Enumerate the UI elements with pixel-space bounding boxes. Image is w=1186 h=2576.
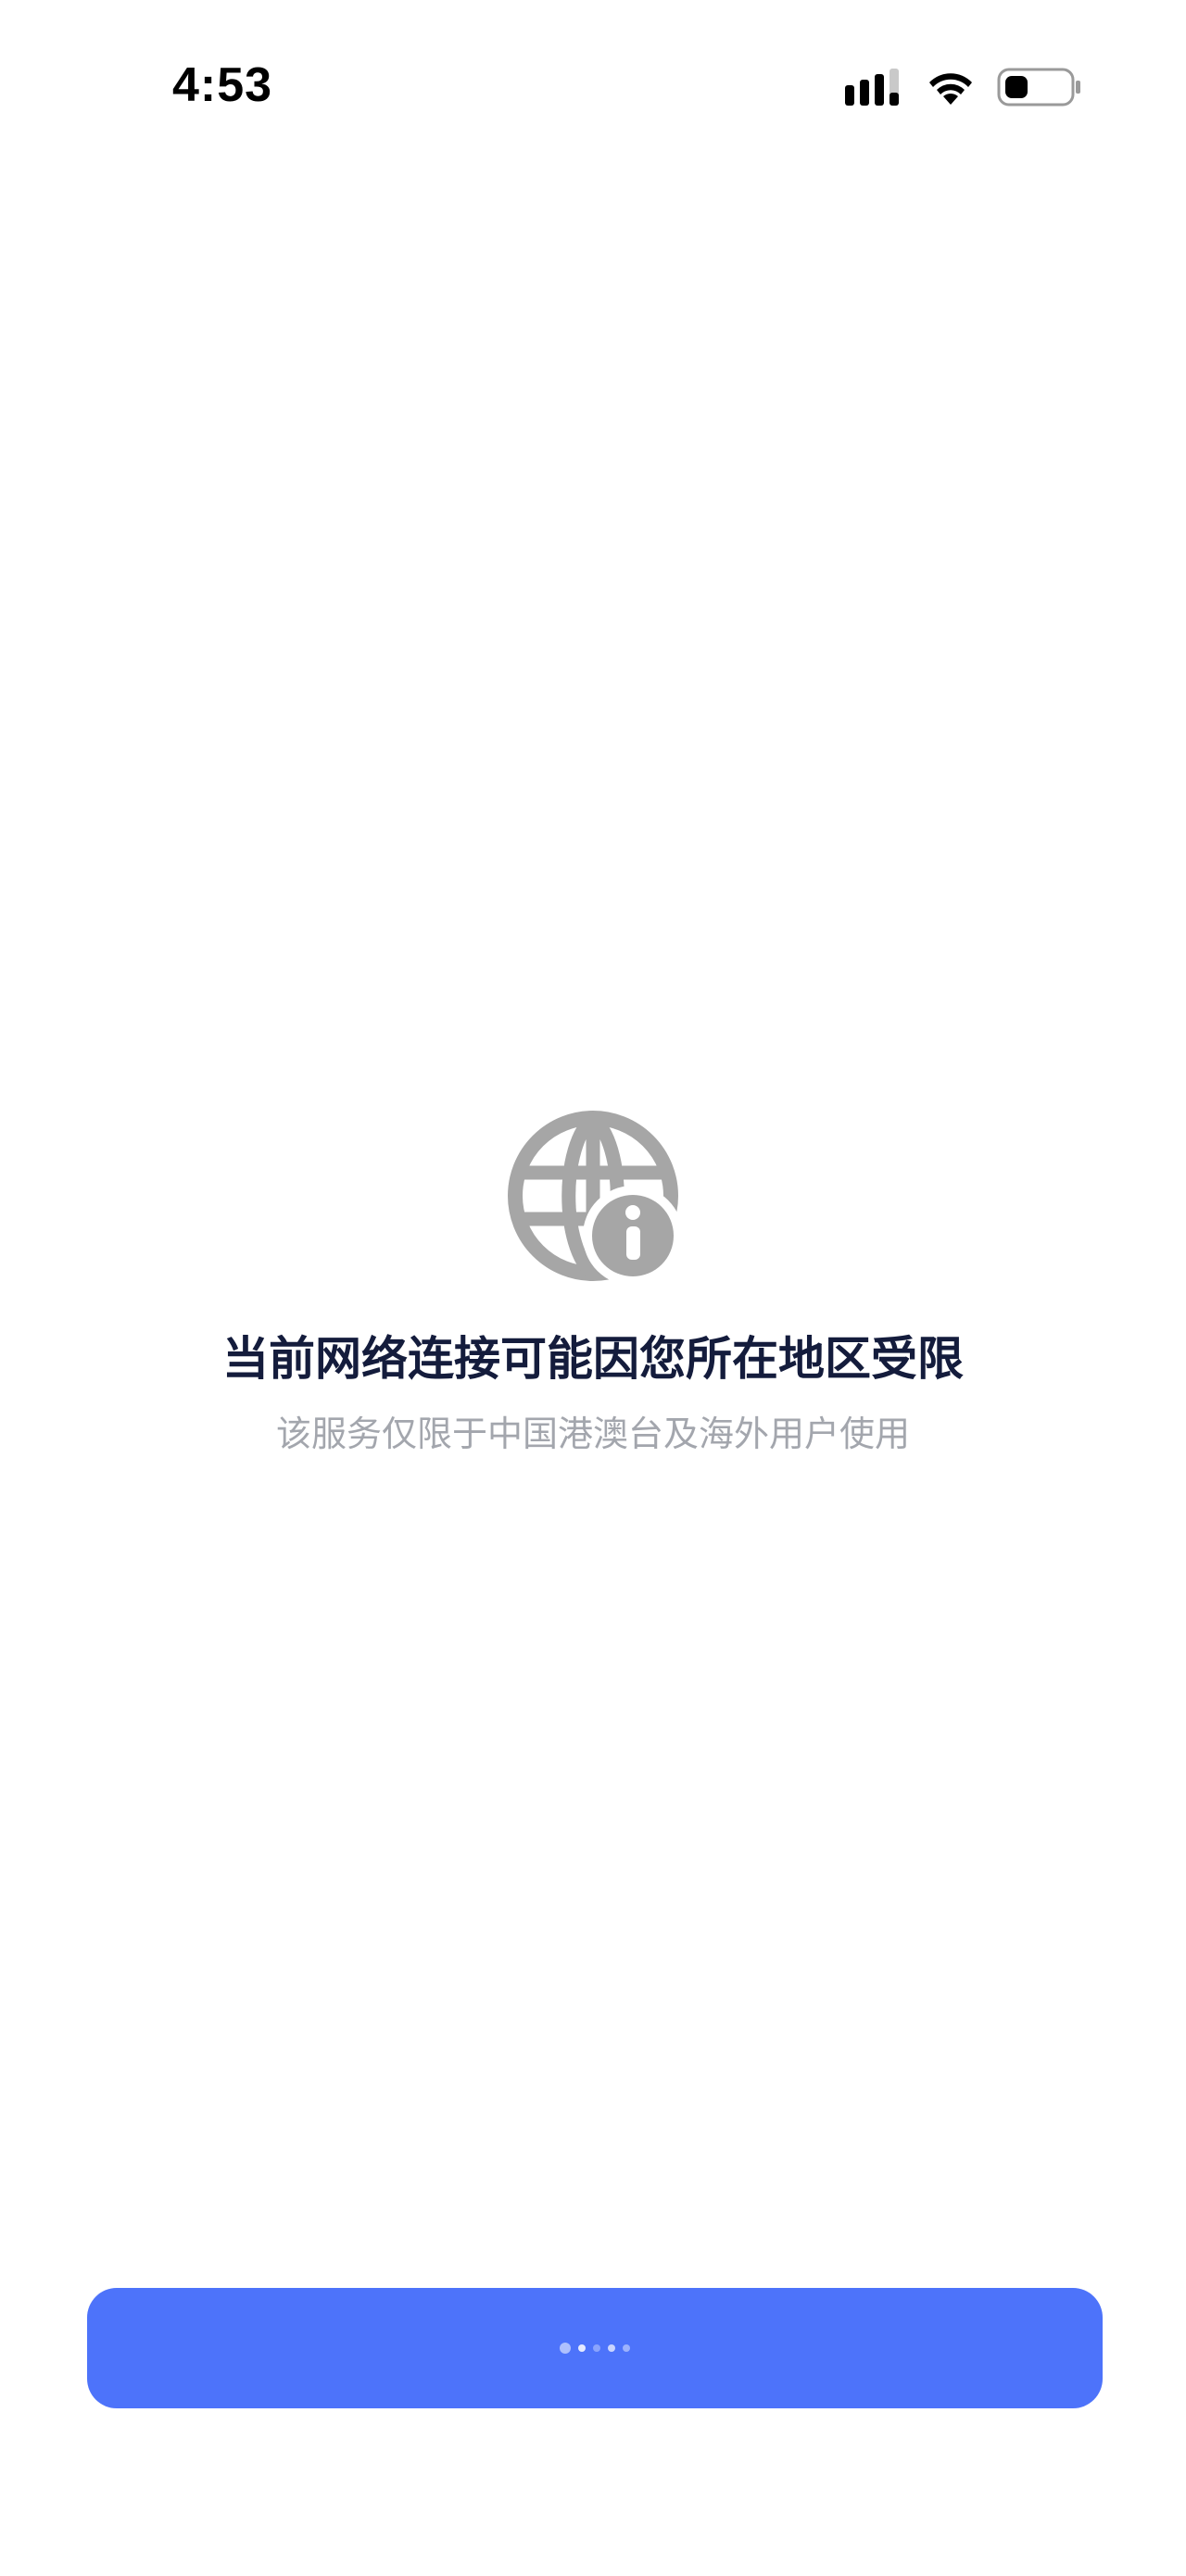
error-title: 当前网络连接可能因您所在地区受限 [222,1332,964,1386]
error-subtitle: 该服务仅限于中国港澳台及海外用户使用 [275,1414,910,1454]
battery-icon [997,67,1082,107]
status-icons [845,65,1082,109]
status-bar: 4:53 [0,0,1186,176]
status-time: 4:53 [172,58,273,112]
loading-spinner-icon [560,2343,630,2354]
cellular-signal-icon [845,69,904,106]
primary-action-button[interactable] [87,2288,1103,2408]
wifi-icon [925,68,977,107]
region-restricted-notice: 当前网络连接可能因您所在地区受限 该服务仅限于中国港澳台及海外用户使用 [0,1108,1186,1458]
globe-info-icon [505,1108,681,1284]
